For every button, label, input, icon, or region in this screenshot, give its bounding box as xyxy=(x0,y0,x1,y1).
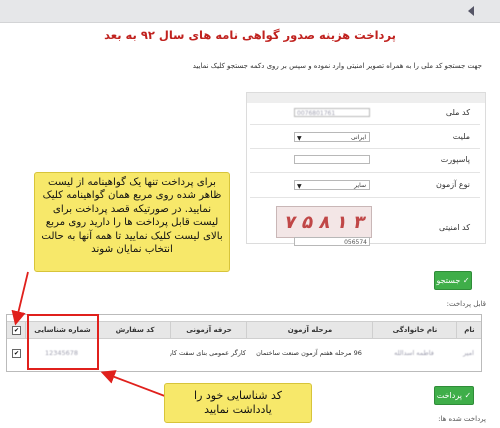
col-header-first-name: نام xyxy=(456,322,482,338)
tracking-instruction-callout: کد شناسایی خود را یادداشت نمایید xyxy=(164,383,312,423)
nationality-label: ملیت xyxy=(452,132,470,141)
national-code-input[interactable]: 0076801761 xyxy=(294,108,370,117)
select-instruction-callout: برای پرداخت تنها یک گواهینامه از لیست ظا… xyxy=(34,172,230,272)
row-divider xyxy=(250,124,480,125)
payment-button-label: پرداخت xyxy=(436,391,462,400)
tracking-number-highlight xyxy=(27,314,99,370)
security-code-label: کد امنیتی xyxy=(439,223,470,232)
row-select-cell: ✔ xyxy=(7,343,25,363)
exam-type-value: سایر xyxy=(354,182,366,189)
payment-button[interactable]: پرداخت ✓ xyxy=(434,386,474,405)
dropdown-arrow-icon: ▼ xyxy=(297,135,302,142)
passport-input[interactable] xyxy=(294,155,370,164)
row-divider xyxy=(250,197,480,198)
check-icon: ✓ xyxy=(464,391,472,400)
nationality-value: ایرانی xyxy=(351,134,366,141)
cell-exam-stage: 96 مرحله هفتم آزمون صنعت ساختمان xyxy=(256,349,362,357)
passport-label: پاسپورت xyxy=(440,155,470,164)
captcha-image: ۷ ۵ ۸ ۱ ۳ xyxy=(276,206,372,238)
cell-first-name: امیر xyxy=(463,349,474,357)
back-triangle-icon[interactable] xyxy=(468,6,474,16)
security-code-input[interactable]: 056574 xyxy=(294,237,370,246)
exam-type-select[interactable]: سایر ▼ xyxy=(294,180,370,190)
cell-last-name: فاطمه اسدالله xyxy=(394,349,434,357)
top-bar xyxy=(0,0,500,23)
select-all-checkbox[interactable]: ✔ xyxy=(12,326,21,335)
captcha-text: ۷ ۵ ۸ ۱ ۳ xyxy=(282,212,368,233)
payable-section-label: قابل پرداخت: xyxy=(446,300,486,308)
arrow-to-tracking-number xyxy=(100,370,171,399)
cell-exam-profession: کارگر عمومی بنای سفت کار xyxy=(170,349,246,357)
check-icon: ✓ xyxy=(462,276,470,285)
paid-section-label: پرداخت شده ها: xyxy=(438,415,486,423)
form-panel-header xyxy=(247,93,485,103)
col-header-exam-stage: مرحله آزمون xyxy=(246,322,373,338)
cell-order-code xyxy=(98,343,170,363)
dropdown-arrow-icon: ▼ xyxy=(297,183,302,190)
exam-type-label: نوع آزمون xyxy=(435,180,470,189)
page-title: پرداخت هزینه صدور گواهی نامه های سال ۹۲ … xyxy=(104,28,396,42)
select-all-cell: ✔ xyxy=(7,322,25,338)
col-header-order-code: کد سفارش xyxy=(98,322,171,338)
search-button[interactable]: جستجو ✓ xyxy=(434,271,472,290)
search-instructions: جهت جستجو کد ملی را به همراه تصویر امنیت… xyxy=(192,62,482,70)
national-code-label: کد ملی xyxy=(445,108,470,117)
row-divider xyxy=(250,172,480,173)
nationality-select[interactable]: ایرانی ▼ xyxy=(294,132,370,142)
col-header-exam-profession: حرفه آزمونی xyxy=(170,322,247,338)
row-checkbox[interactable]: ✔ xyxy=(12,349,21,358)
row-divider xyxy=(250,148,480,149)
col-header-last-name: نام خانوادگی xyxy=(372,322,457,338)
search-button-label: جستجو xyxy=(436,276,461,285)
